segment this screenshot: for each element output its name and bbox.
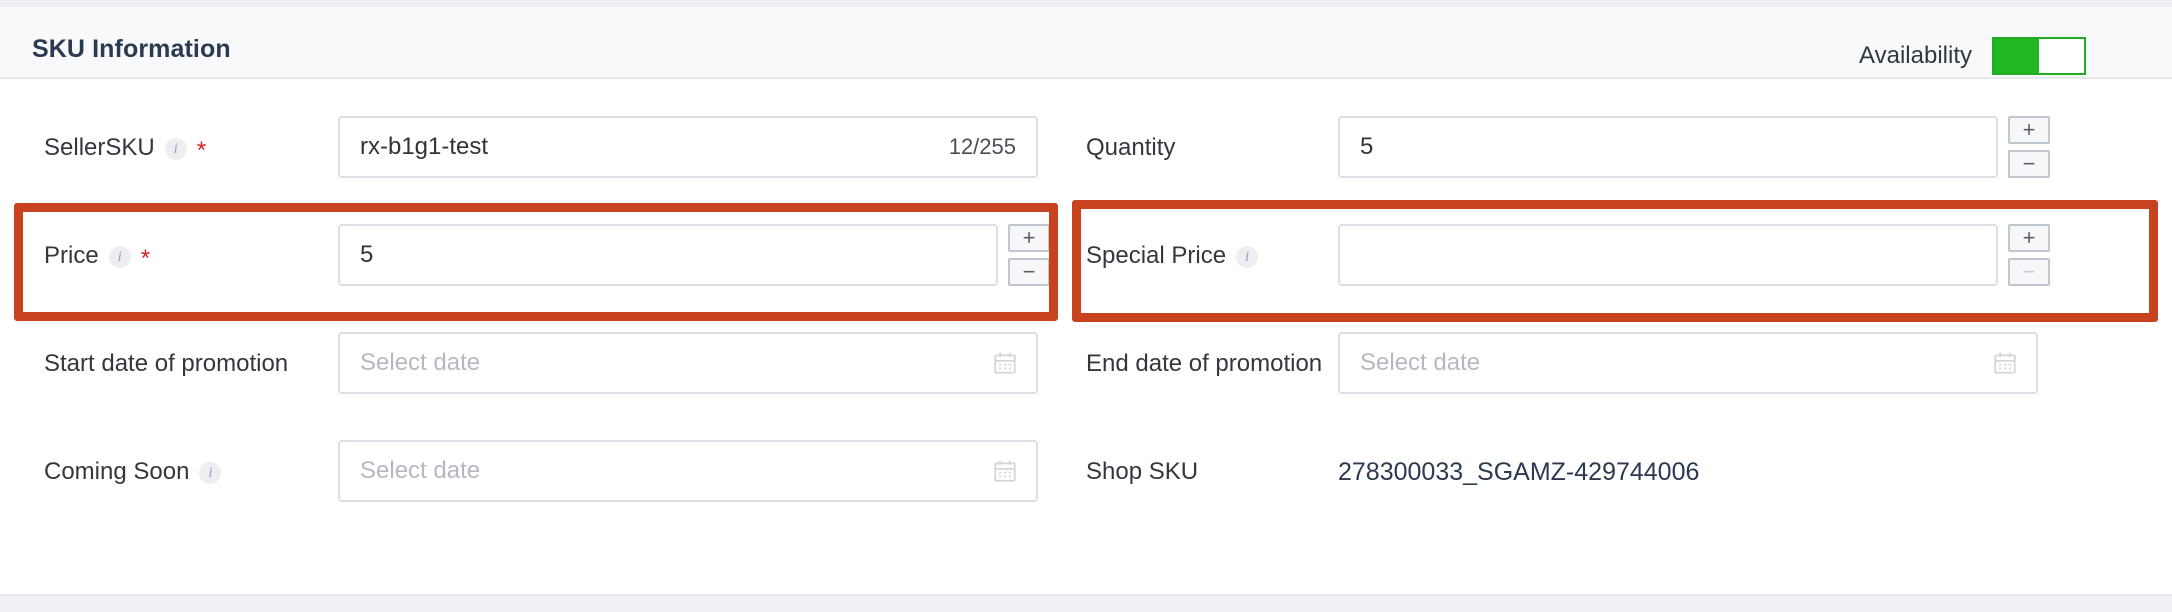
field-end-date: End date of promotion Select date (1086, 314, 2172, 422)
field-quantity: Quantity 5 + − (1086, 98, 2172, 206)
coming-soon-label: Coming Soon i (44, 458, 222, 486)
field-seller-sku: SellerSKU i * rx-b1g1-test 12/255 (0, 98, 1086, 206)
info-icon[interactable]: i (1236, 246, 1259, 268)
sku-information-page: SKU Information Availability SellerSKU i… (0, 0, 2172, 612)
seller-sku-label: SellerSKU i * (44, 134, 207, 164)
price-decrement-button[interactable]: − (1008, 258, 1050, 286)
info-icon[interactable]: i (164, 138, 187, 160)
availability-control: Availability (1859, 37, 2086, 75)
start-date-label: Start date of promotion (44, 350, 288, 378)
coming-soon-label-text: Coming Soon (44, 458, 190, 485)
seller-sku-input[interactable]: rx-b1g1-test 12/255 (338, 116, 1038, 178)
field-shop-sku: Shop SKU 278300033_SGAMZ-429744006 (1086, 422, 2172, 530)
calendar-icon[interactable] (992, 458, 1018, 484)
form-row-promotion-dates: Start date of promotion Select date End … (0, 314, 2172, 422)
quantity-label: Quantity (1086, 134, 1175, 162)
quantity-increment-button[interactable]: + (2008, 116, 2050, 144)
card-header: SKU Information Availability (0, 7, 2172, 79)
price-label-text: Price (44, 242, 99, 269)
field-coming-soon: Coming Soon i Select date (0, 422, 1086, 530)
toggle-knob (2039, 39, 2084, 73)
quantity-label-text: Quantity (1086, 134, 1176, 161)
seller-sku-value: rx-b1g1-test (360, 133, 489, 160)
field-special-price: Special Price i + − (1086, 206, 2172, 314)
start-date-input[interactable]: Select date (338, 332, 1038, 394)
end-date-placeholder: Select date (1360, 349, 1481, 376)
seller-sku-char-counter: 12/255 (948, 134, 1016, 159)
shop-sku-label: Shop SKU (1086, 458, 1198, 486)
special-price-input[interactable] (1338, 224, 1998, 286)
start-date-label-text: Start date of promotion (44, 350, 289, 377)
special-price-label-text: Special Price (1086, 242, 1227, 269)
quantity-input[interactable]: 5 (1338, 116, 1998, 178)
seller-sku-label-text: SellerSKU (44, 134, 155, 161)
toggle-track-on (1994, 39, 2039, 73)
field-price: Price i * 5 + − (0, 206, 1086, 314)
form-body: SellerSKU i * rx-b1g1-test 12/255 Quanti… (0, 79, 2172, 594)
coming-soon-input[interactable]: Select date (338, 440, 1038, 502)
special-price-label: Special Price i (1086, 242, 1259, 270)
shop-sku-label-text: Shop SKU (1086, 458, 1199, 485)
availability-label: Availability (1859, 42, 1972, 69)
price-stepper: + − (1008, 224, 1050, 286)
availability-toggle[interactable] (1992, 37, 2086, 75)
info-icon[interactable]: i (199, 462, 222, 484)
info-icon[interactable]: i (108, 246, 131, 268)
form-row-price-special-price: Price i * 5 + − Special Price i + − (0, 206, 2172, 314)
special-price-stepper: + − (2008, 224, 2050, 286)
field-start-date: Start date of promotion Select date (0, 314, 1086, 422)
coming-soon-placeholder: Select date (360, 457, 481, 484)
special-price-decrement-button[interactable]: − (2008, 258, 2050, 286)
price-input[interactable]: 5 (338, 224, 998, 286)
calendar-icon[interactable] (1992, 350, 2018, 376)
page-title: SKU Information (32, 35, 231, 63)
quantity-value: 5 (1360, 133, 1374, 160)
quantity-decrement-button[interactable]: − (2008, 150, 2050, 178)
special-price-increment-button[interactable]: + (2008, 224, 2050, 252)
start-date-placeholder: Select date (360, 349, 481, 376)
quantity-stepper: + − (2008, 116, 2050, 178)
form-row-coming-soon-shop-sku: Coming Soon i Select date Shop SKU 27830… (0, 422, 2172, 530)
page-top-gutter (0, 0, 2172, 7)
price-label: Price i * (44, 242, 151, 272)
shop-sku-value: 278300033_SGAMZ-429744006 (1338, 458, 1700, 486)
required-asterisk: * (140, 245, 151, 272)
required-asterisk: * (196, 137, 207, 164)
price-value: 5 (360, 241, 374, 268)
page-bottom-gutter (0, 596, 2172, 612)
end-date-input[interactable]: Select date (1338, 332, 2038, 394)
end-date-label-text: End date of promotion (1086, 350, 1323, 377)
end-date-label: End date of promotion (1086, 350, 1322, 378)
price-increment-button[interactable]: + (1008, 224, 1050, 252)
calendar-icon[interactable] (992, 350, 1018, 376)
form-row-sku-quantity: SellerSKU i * rx-b1g1-test 12/255 Quanti… (0, 98, 2172, 206)
